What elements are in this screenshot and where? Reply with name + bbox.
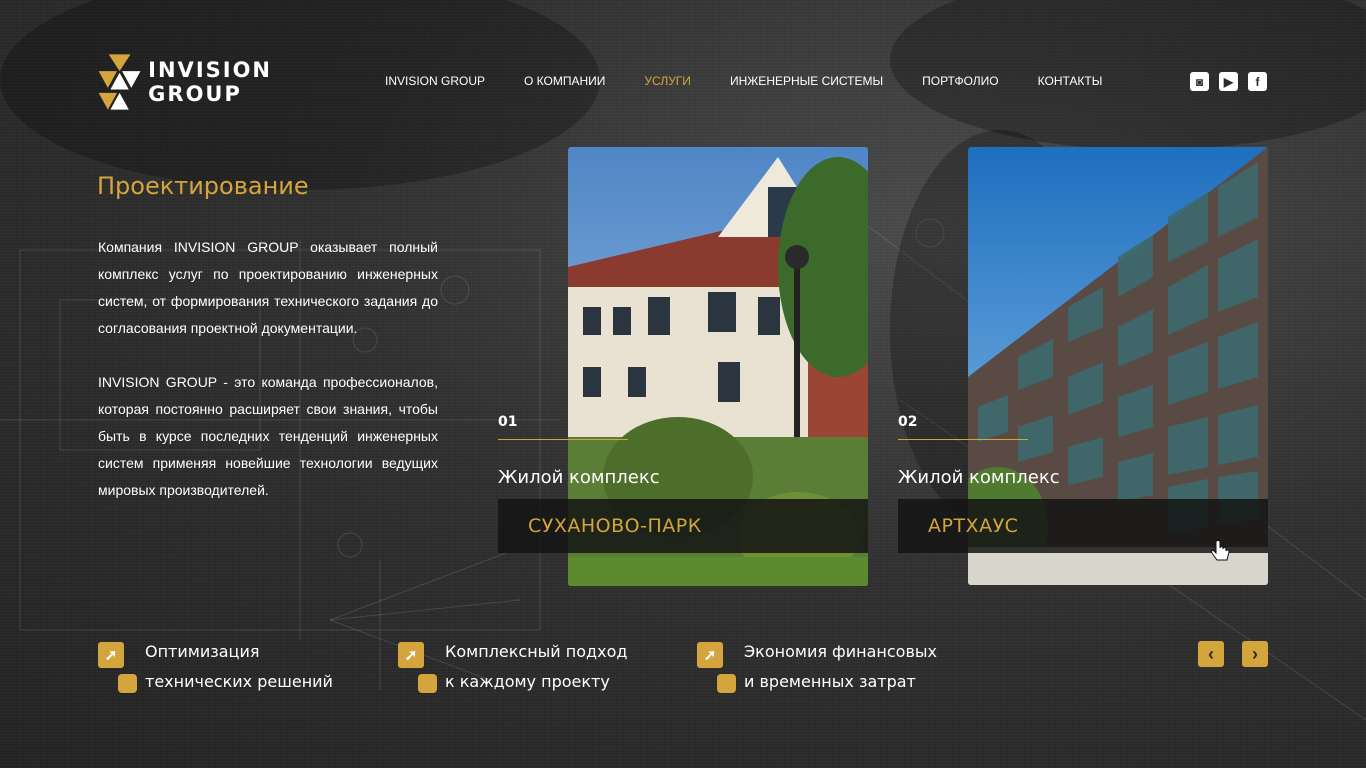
project-number-2: 02 [898, 414, 918, 430]
social-links: ◙ ▶ f [1190, 72, 1267, 91]
nav-invision-group[interactable]: INVISION GROUP [385, 74, 485, 88]
arrow-up-right-icon: ➚ [697, 642, 723, 668]
logo-mark-icon [98, 54, 141, 110]
project-type-2: Жилой комплекс [898, 467, 1060, 488]
feature-text: Комплексный подход к каждому проекту [445, 642, 628, 691]
nav-engineering-systems[interactable]: ИНЖЕНЕРНЫЕ СИСТЕМЫ [730, 74, 883, 88]
project-divider-2 [898, 439, 1028, 440]
project-number-1: 01 [498, 414, 518, 430]
facebook-icon[interactable]: f [1248, 72, 1267, 91]
project-type-1: Жилой комплекс [498, 467, 660, 488]
logo-line2: GROUP [148, 82, 242, 106]
project-name-button-1[interactable]: СУХАНОВО-ПАРК [498, 499, 868, 553]
next-button[interactable]: › [1242, 641, 1268, 667]
feature-bullet [118, 674, 137, 693]
feature-text: Оптимизация технических решений [145, 642, 333, 691]
youtube-icon[interactable]: ▶ [1219, 72, 1238, 91]
page-title: Проектирование [97, 172, 309, 200]
logo-text: INVISION GROUP [148, 58, 272, 106]
nav-contacts[interactable]: КОНТАКТЫ [1038, 74, 1103, 88]
feature-text: Экономия финансовых и временных затрат [744, 642, 937, 691]
arrow-up-right-icon: ➚ [398, 642, 424, 668]
main-nav: INVISION GROUP О КОМПАНИИ УСЛУГИ ИНЖЕНЕР… [385, 74, 1102, 88]
nav-services[interactable]: УСЛУГИ [644, 74, 691, 88]
arrow-up-right-icon: ➚ [98, 642, 124, 668]
nav-portfolio[interactable]: ПОРТФОЛИО [922, 74, 999, 88]
feature-bullet [418, 674, 437, 693]
logo-line1: INVISION [148, 58, 272, 82]
intro-paragraph: Компания INVISION GROUP оказывает полный… [98, 239, 438, 336]
logo[interactable]: INVISION GROUP [97, 47, 272, 117]
project-divider-1 [498, 439, 628, 440]
prev-button[interactable]: ‹ [1198, 641, 1224, 667]
hand-cursor-icon [1210, 540, 1230, 561]
nav-about[interactable]: О КОМПАНИИ [524, 74, 605, 88]
feature-bullet [717, 674, 736, 693]
team-paragraph: INVISION GROUP - это команда профессиона… [98, 374, 438, 498]
instagram-icon[interactable]: ◙ [1190, 72, 1209, 91]
